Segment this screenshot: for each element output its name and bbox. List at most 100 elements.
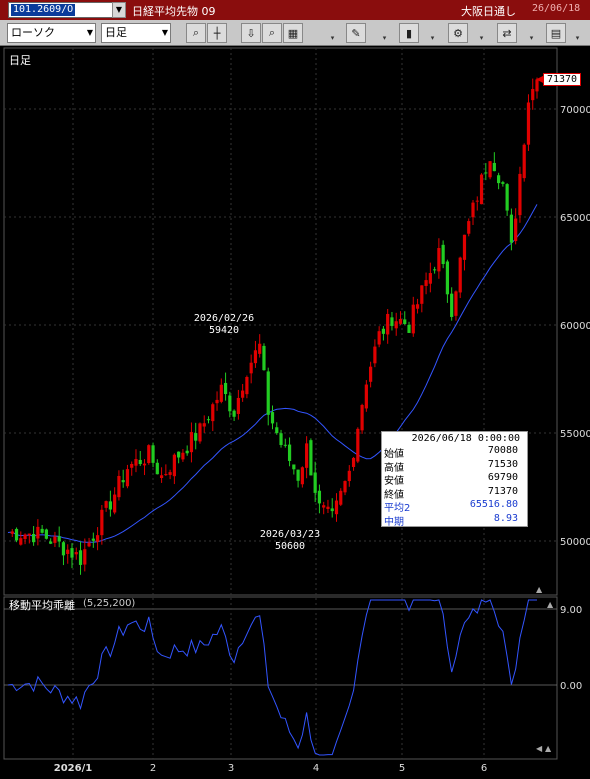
info-row-key: 中期 [384,516,404,528]
more-dropdown-icon[interactable]: ▾ [328,23,337,43]
symbol-code-value[interactable]: 101.2609/O [11,4,76,16]
candle-body [155,462,159,475]
candle-body [142,463,147,466]
candle-body [526,102,531,145]
candle-body [61,542,66,556]
candle-body [420,285,424,304]
candle-body [364,384,368,409]
more-dropdown-icon[interactable]: ▾ [573,23,582,43]
candle-body [104,501,108,508]
candle-body [398,319,403,324]
osc-panel-frame [3,596,558,760]
candle-body [339,490,343,505]
osc-panel-params: (5,25,200) [83,598,136,609]
price-chart-svg[interactable]: 70000 65000 60000 55000 50000 9.00 0.00 2026/1… [0,47,590,779]
current-date: 26/06/18 [532,3,581,14]
candle-body [100,509,104,536]
crosshair-icon[interactable]: ┼ [207,23,227,43]
candle-body [424,280,428,286]
more-dropdown-icon[interactable]: ▾ [477,23,486,43]
candle-body [202,423,206,427]
chart-type-select[interactable]: ローソク ▼ [7,23,96,43]
settings-gear-icon[interactable]: ⚙ [448,23,468,43]
candle-body [147,445,151,464]
candle-body [83,549,87,565]
candle-body [437,248,441,272]
candle-body [488,161,492,178]
symbol-dropdown-button[interactable]: ▼ [112,2,126,18]
candle-body [130,463,134,468]
osc-panel-label: 移動平均乖離 [9,599,75,612]
candle-body [497,175,501,184]
candle-body [245,376,249,395]
candle-body [381,328,386,334]
candle-body [138,459,142,465]
toolbar: ローソク ▼ 日足 ▼ ⌕ ┼ ⇩ ⌕ ▦ ▾ ✎ ▾ ▮ ▾ ⚙ ▾ ⇄ ▾ … [0,20,590,46]
candle-body [219,384,223,402]
scroll-up-icon[interactable]: ▲ [536,585,543,594]
price-tick-label: 50000 [560,537,590,548]
info-row: 平均2 65516.80 [382,499,528,514]
zoom-icon[interactable]: ⌕ [186,23,206,43]
scroll-left-icon[interactable]: ◀ [536,744,543,753]
period-select[interactable]: 日足 ▼ [101,23,171,43]
symbol-code-field[interactable]: 101.2609/O [8,2,113,18]
period-value: 日足 [105,26,127,39]
layout-icon[interactable]: ▤ [546,23,566,43]
candle-body [10,531,14,534]
candle-body [78,550,83,565]
candle-body [445,261,450,295]
candle-body [70,548,74,558]
download-icon[interactable]: ⇩ [241,23,261,43]
candle-style-icon[interactable]: ▮ [399,23,419,43]
candle-body [505,184,509,211]
main-panel-label: 日足 [9,54,31,67]
candle-body [23,534,27,539]
chevron-down-icon: ▼ [86,28,93,37]
x-tick-label: 2 [150,763,156,774]
candle-body [44,529,48,539]
more-dropdown-icon[interactable]: ▾ [380,23,389,43]
more-dropdown-icon[interactable]: ▾ [428,23,437,43]
candle-body [228,395,232,412]
chart-area[interactable]: 70000 65000 60000 55000 50000 9.00 0.00 2026/1… [0,47,590,779]
scroll-up-icon[interactable]: ▲ [547,600,554,609]
candle-body [87,542,91,547]
search-chart-icon[interactable]: ⌕ [262,23,282,43]
info-row-value: 71370 [487,485,518,497]
candle-body [66,549,70,554]
scroll-up-icon[interactable]: ▲ [545,744,552,753]
info-row: 始値 70080 [382,445,528,460]
candle-body [411,304,415,334]
x-tick-label: 2026/1 [54,763,92,774]
info-row: 終値 71370 [382,485,528,501]
candle-body [334,500,339,515]
chevron-down-icon: ▼ [161,28,168,37]
high-annotation: 2026/02/26 59420 [190,313,258,337]
candle-body [206,419,211,421]
candle-body [467,221,471,234]
candle-body [232,410,236,417]
market-source: 大阪日通し [461,5,516,18]
candle-body [373,346,377,364]
compare-icon[interactable]: ⇄ [497,23,517,43]
candle-body [394,321,398,329]
candle-body [134,459,138,466]
candle-body [108,501,112,510]
candle-body [492,162,496,172]
candle-body [95,535,100,542]
candle-body [27,533,31,536]
table-icon[interactable]: ▦ [283,23,303,43]
x-tick-label: 4 [313,763,319,774]
candle-body [194,433,198,441]
candle-body [253,350,258,364]
info-row-value: 65516.80 [469,499,518,510]
info-datetime: 2026/06/18 0:00:00 [411,433,520,444]
candle-body [386,313,390,335]
candle-body [283,444,287,446]
info-row-value: 70080 [487,445,518,456]
edit-pen-icon[interactable]: ✎ [346,23,366,43]
candle-body [159,475,164,478]
more-dropdown-icon[interactable]: ▾ [527,23,536,43]
candle-body [113,494,117,513]
